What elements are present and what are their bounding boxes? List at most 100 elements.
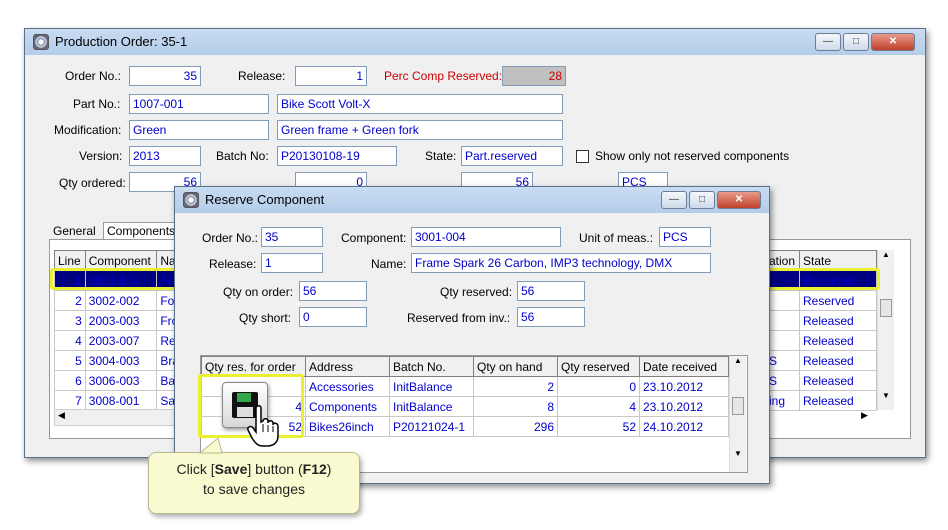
scroll-up-icon[interactable]: ▲ <box>878 250 894 259</box>
cell-date: 23.10.2012 <box>639 396 729 417</box>
order-no-field[interactable]: 35 <box>129 66 201 86</box>
dlg-qty-short-field: 0 <box>299 307 367 327</box>
table-row[interactable]: Released <box>765 330 877 351</box>
table-row[interactable]: 3 2003-003 Fro <box>54 310 184 331</box>
cell-qty-on-hand: 8 <box>473 396 558 417</box>
cell-qty-reserved: 0 <box>557 376 640 397</box>
part-name-field[interactable]: Bike Scott Volt-X <box>277 94 563 114</box>
column-header-qty-on-hand[interactable]: Qty on hand <box>473 356 558 377</box>
instruction-callout: Click [Save] button (F12) to save change… <box>148 452 360 514</box>
cell-line: 5 <box>54 350 86 371</box>
callout-text-post: ) <box>326 461 332 477</box>
dlg-order-no-label: Order No.: <box>202 231 259 245</box>
cell-address: Accessories <box>305 376 390 397</box>
maximize-icon[interactable]: □ <box>843 33 869 51</box>
part-no-label: Part No.: <box>73 97 121 111</box>
cell-component: 3004-003 <box>84 350 158 371</box>
main-titlebar: Production Order: 35-1 — □ ✕ <box>25 29 925 55</box>
cell-location: S <box>765 350 800 371</box>
cell-location: ing <box>765 390 800 411</box>
cell-component: 3008-001 <box>84 390 158 411</box>
cell-component: 2003-003 <box>84 310 158 331</box>
cell-batch: InitBalance <box>389 396 474 417</box>
scroll-down-icon[interactable]: ▼ <box>730 449 746 458</box>
table-row[interactable]: Reserved <box>765 290 877 311</box>
cell-date: 24.10.2012 <box>639 416 729 437</box>
table-row[interactable]: Released <box>765 310 877 331</box>
minimize-icon[interactable]: — <box>815 33 841 51</box>
tab-components[interactable]: Components <box>103 222 180 239</box>
cell-component: 2003-007 <box>84 330 158 351</box>
dlg-qty-on-order-field: 56 <box>299 281 367 301</box>
cell-location: S <box>765 370 800 391</box>
cell-line: 2 <box>54 290 86 311</box>
dlg-reserved-from-inv-label: Reserved from inv.: <box>407 311 511 325</box>
version-field[interactable]: 2013 <box>129 146 201 166</box>
cell-location <box>765 290 800 311</box>
table-row[interactable]: 6 3006-003 Ba <box>54 370 184 391</box>
dlg-release-field[interactable]: 1 <box>261 253 323 273</box>
close-icon[interactable]: ✕ <box>717 191 761 209</box>
dlg-qty-reserved-field: 56 <box>517 281 585 301</box>
order-no-label: Order No.: <box>65 69 122 83</box>
dlg-reserved-from-inv-field: 56 <box>517 307 585 327</box>
column-header-date-received[interactable]: Date received <box>639 356 729 377</box>
main-window-title: Production Order: 35-1 <box>55 34 188 49</box>
modification-field[interactable]: Green <box>129 120 269 140</box>
cell-state: Released <box>799 350 877 371</box>
scroll-thumb[interactable] <box>732 397 744 415</box>
table-row[interactable]: 5 3004-003 Bra <box>54 350 184 371</box>
maximize-icon[interactable]: □ <box>689 191 715 209</box>
show-only-label: Show only not reserved components <box>595 149 790 163</box>
dialog-app-icon <box>183 192 199 208</box>
table-row[interactable]: ing Released <box>765 390 877 411</box>
callout-key: F12 <box>302 461 327 477</box>
cell-location <box>765 330 800 351</box>
scroll-up-icon[interactable]: ▲ <box>730 356 746 365</box>
column-header-address[interactable]: Address <box>305 356 390 377</box>
state-label: State: <box>425 149 457 163</box>
callout-line-1: Click [Save] button (F12) <box>149 459 359 479</box>
cell-state: Released <box>799 390 877 411</box>
minimize-icon[interactable]: — <box>661 191 687 209</box>
perc-comp-reserved-field: 28 <box>502 66 566 86</box>
show-only-checkbox[interactable] <box>576 150 589 163</box>
dlg-vertical-scrollbar[interactable]: ▲ ▼ <box>729 356 746 472</box>
dlg-name-label: Name: <box>371 257 407 271</box>
table-row[interactable]: 7 3008-001 Sa <box>54 390 184 411</box>
dlg-unit-field[interactable]: PCS <box>659 227 711 247</box>
qty-ordered-label: Qty ordered: <box>59 176 126 190</box>
column-header-qty-reserved[interactable]: Qty reserved <box>557 356 640 377</box>
modification-label: Modification: <box>54 123 122 137</box>
close-icon[interactable]: ✕ <box>871 33 915 51</box>
dlg-name-field[interactable]: Frame Spark 26 Carbon, IMP3 technology, … <box>411 253 711 273</box>
modification-desc-field[interactable]: Green frame + Green fork <box>277 120 563 140</box>
dlg-order-no-field[interactable]: 35 <box>261 227 323 247</box>
dlg-component-field[interactable]: 3001-004 <box>411 227 561 247</box>
table-row[interactable]: 4 2003-007 Re <box>54 330 184 351</box>
cell-qty-reserved: 52 <box>557 416 640 437</box>
table-row[interactable]: S Released <box>765 350 877 371</box>
dlg-release-label: Release: <box>209 257 257 271</box>
table-row[interactable]: S Released <box>765 370 877 391</box>
batch-no-field[interactable]: P20130108-19 <box>277 146 397 166</box>
cell-component: 3002-002 <box>84 290 158 311</box>
part-no-field[interactable]: 1007-001 <box>129 94 269 114</box>
tab-general[interactable]: General <box>53 224 96 238</box>
dlg-qty-reserved-label: Qty reserved: <box>440 285 513 299</box>
selected-row-highlight-left <box>50 268 180 290</box>
scroll-down-icon[interactable]: ▼ <box>878 391 894 400</box>
perc-comp-reserved-label: Perc Comp Reserved: <box>384 69 503 83</box>
app-icon <box>33 34 49 50</box>
scroll-thumb[interactable] <box>880 299 892 317</box>
cell-line: 4 <box>54 330 86 351</box>
cell-address: Components <box>305 396 390 417</box>
version-label: Version: <box>79 149 123 163</box>
horizontal-scrollbar[interactable]: ◀ <box>54 409 186 426</box>
cell-line: 7 <box>54 390 86 411</box>
table-row[interactable]: 2 3002-002 Fo <box>54 290 184 311</box>
column-header-batch[interactable]: Batch No. <box>389 356 474 377</box>
release-field[interactable]: 1 <box>295 66 367 86</box>
state-field: Part.reserved <box>461 146 563 166</box>
scroll-right-icon[interactable]: ▶ <box>861 410 868 421</box>
